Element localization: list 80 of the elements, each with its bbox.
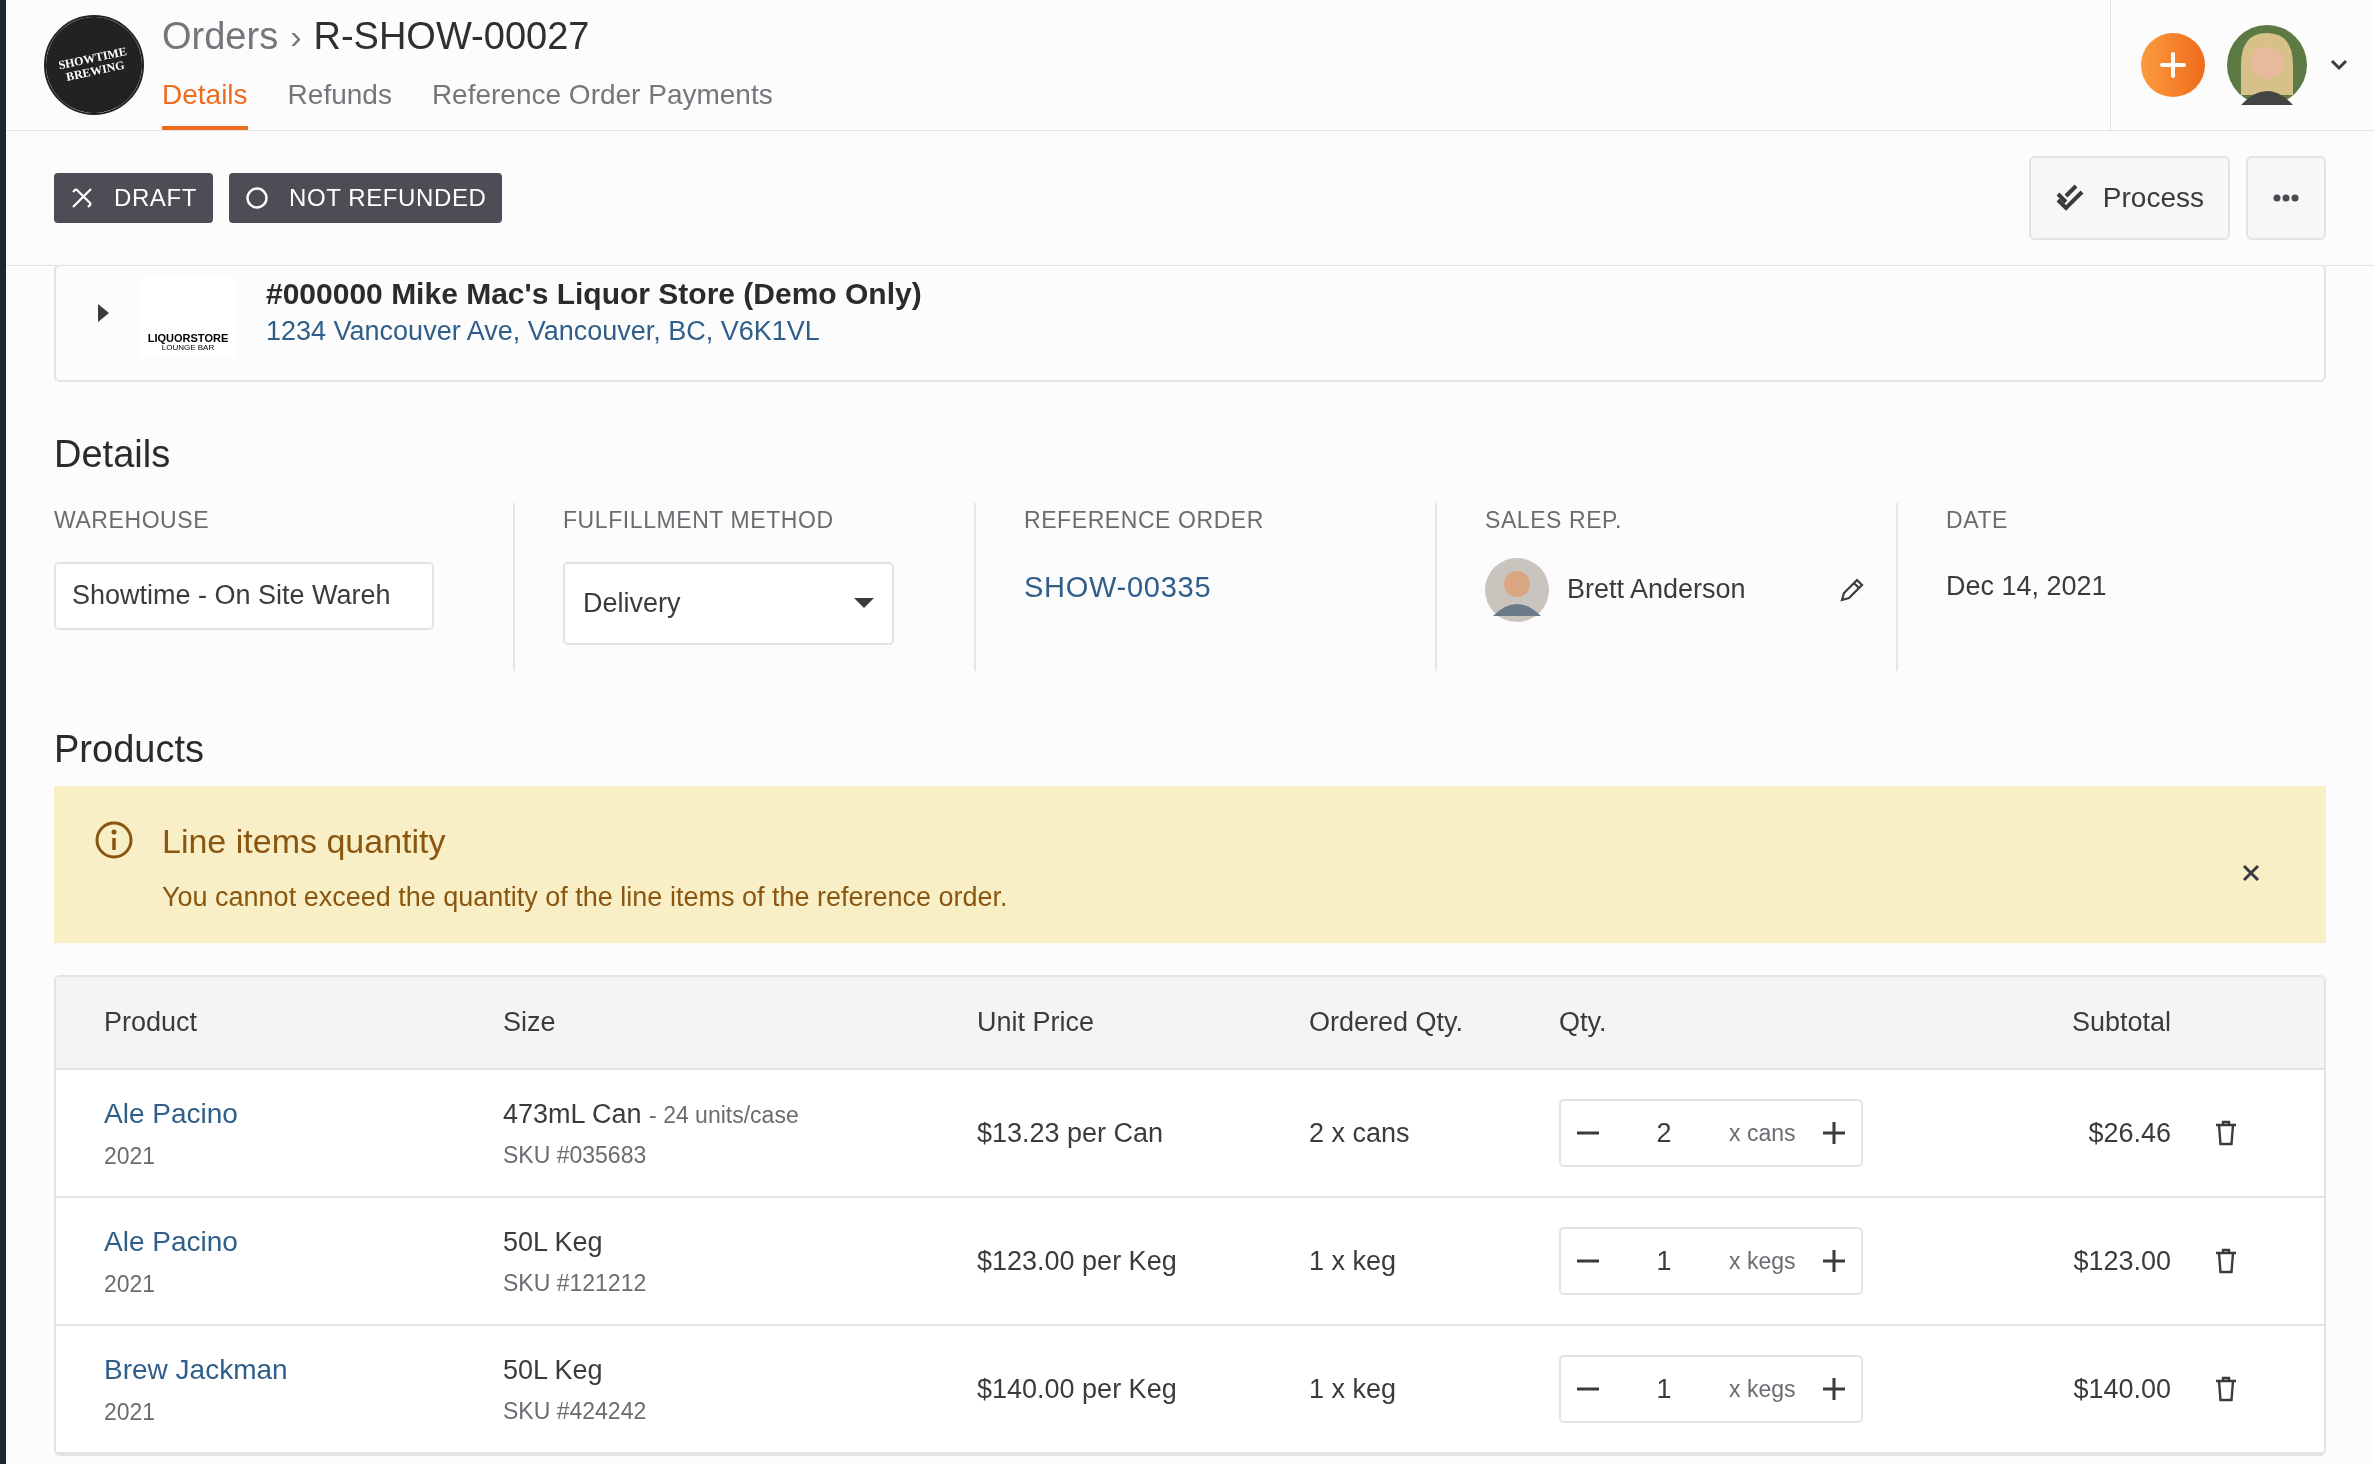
alert-title: Line items quantity: [162, 821, 447, 862]
table-cell: $140.00: [2073, 1373, 2171, 1404]
breadcrumb-separator: ›: [290, 16, 302, 57]
user-avatar[interactable]: [2227, 25, 2307, 105]
plus-icon: [2159, 51, 2187, 79]
field-label: REFERENCE ORDER: [1024, 506, 1265, 535]
plus-icon[interactable]: [1823, 1250, 1845, 1272]
quantity-stepper[interactable]: 2 x cans: [1559, 1099, 1863, 1167]
reference-order-link[interactable]: SHOW-00335: [1024, 570, 1212, 603]
close-icon: [2241, 863, 2261, 883]
table-cell: 1 x keg: [1309, 1373, 1397, 1404]
table-cell-text: SKU #424242: [503, 1397, 648, 1426]
address-link[interactable]: 1234 Vancouver Ave, Vancouver, BC, V6K1VL: [266, 312, 922, 350]
table-cell: $123.00: [2073, 1245, 2171, 1276]
minus-icon[interactable]: [1577, 1131, 1599, 1135]
unit-label: x kegs: [1729, 1374, 1796, 1404]
table-cell-text: SKU #121212: [503, 1269, 648, 1298]
plus-icon[interactable]: [1823, 1122, 1845, 1144]
table-cell: $123.00 per Keg: [977, 1245, 1177, 1276]
avatar: [1485, 557, 1549, 622]
unit-label: x kegs: [1729, 1246, 1796, 1276]
chevron-down-icon[interactable]: [2329, 59, 2349, 71]
info-icon: [94, 820, 134, 860]
quantity-value: 1: [1655, 1244, 1673, 1278]
column-header: Ordered Qty.: [1309, 1007, 1464, 1038]
table-cell: 1 x keg: [1309, 1245, 1397, 1276]
column-header: Qty.: [1559, 1007, 1607, 1038]
product-link[interactable]: Ale Pacino: [104, 1092, 503, 1135]
product-link[interactable]: Ale Pacino: [104, 1220, 503, 1263]
date-value: Dec 14, 2021: [1946, 570, 2107, 601]
alert-message: You cannot exceed the quantity of the line items of the reference order.: [162, 881, 1008, 914]
minus-icon[interactable]: [1577, 1259, 1599, 1263]
table-cell: 2 x cans: [1309, 1117, 1410, 1148]
double-check-icon: [2054, 184, 2085, 212]
table-cell-text: 2021: [104, 1141, 157, 1171]
column-header: Product: [104, 1007, 198, 1038]
product-link[interactable]: Brew Jackman: [104, 1348, 503, 1391]
table-cell-text: 2021: [104, 1269, 157, 1299]
expand-caret-icon[interactable]: [96, 303, 110, 323]
table-cell-text: 2021: [104, 1397, 157, 1427]
circle-icon: [245, 186, 269, 210]
section-heading: Details: [54, 432, 172, 477]
field-label: WAREHOUSE: [54, 506, 211, 535]
quantity-stepper[interactable]: 1 x kegs: [1559, 1227, 1863, 1295]
process-button[interactable]: Process: [2028, 156, 2230, 240]
dropdown[interactable]: Delivery: [563, 561, 894, 645]
plus-icon[interactable]: [1823, 1378, 1845, 1400]
section-heading: Products: [54, 727, 205, 772]
sales-rep-name: Brett Anderson: [1567, 573, 1746, 607]
input-field[interactable]: Showtime - On Site Wareh: [54, 561, 434, 630]
quantity-stepper[interactable]: 1 x kegs: [1559, 1355, 1863, 1423]
column-header: Subtotal: [2071, 1007, 2171, 1038]
table-cell-text: 50L Keg: [503, 1353, 604, 1387]
customer-name: #000000 Mike Mac's Liquor Store (Demo Only): [266, 276, 922, 312]
trash-icon[interactable]: [2215, 1376, 2237, 1402]
tab[interactable]: Refunds: [287, 74, 392, 130]
field-label: FULFILLMENT METHOD: [563, 506, 835, 535]
more-icon: [2273, 194, 2299, 202]
breadcrumb-link[interactable]: Orders: [162, 8, 279, 65]
page-title: R-SHOW-00027: [313, 14, 590, 59]
status-badge: NOT REFUNDED: [229, 173, 503, 223]
table-cell: $26.46: [2088, 1117, 2171, 1148]
column-header: Size: [503, 1007, 556, 1038]
quantity-value: 1: [1655, 1372, 1673, 1406]
minus-icon[interactable]: [1577, 1387, 1599, 1391]
column-header: Unit Price: [977, 1007, 1095, 1038]
table-cell: $140.00 per Keg: [977, 1373, 1177, 1404]
trash-icon[interactable]: [2215, 1120, 2237, 1146]
dropdown-arrow-icon: [854, 597, 874, 609]
table-cell-text: 473mL Can - 24 units/case: [503, 1097, 800, 1131]
trash-icon[interactable]: [2215, 1248, 2237, 1274]
table-cell: $13.23 per Can: [977, 1117, 1164, 1148]
field-label: DATE: [1946, 506, 2009, 535]
field-label: SALES REP.: [1485, 506, 1623, 535]
quantity-value: 2: [1655, 1116, 1673, 1150]
unit-label: x cans: [1729, 1118, 1796, 1148]
table-cell-text: 50L Keg: [503, 1225, 604, 1259]
table-cell-text: SKU #035683: [503, 1141, 648, 1170]
status-badge: DRAFT: [54, 173, 213, 223]
tab[interactable]: Reference Order Payments: [431, 74, 773, 130]
